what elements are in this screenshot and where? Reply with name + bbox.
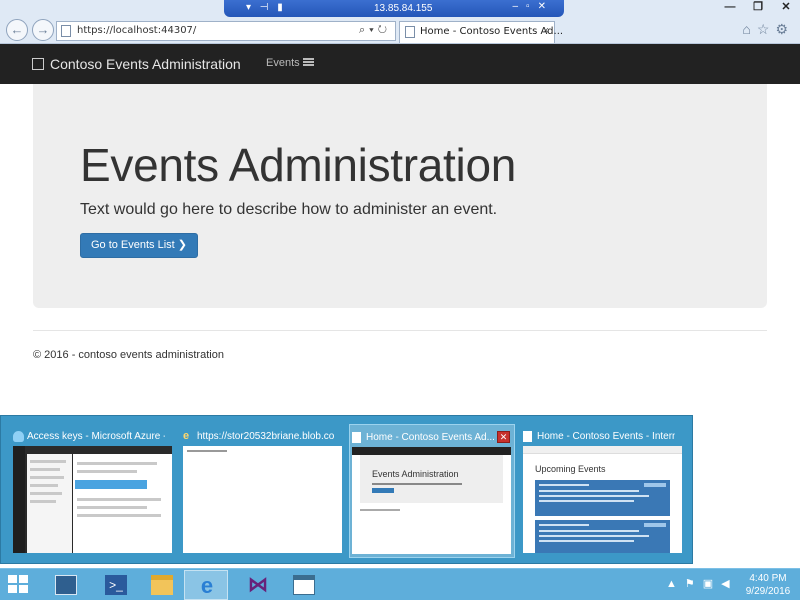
- folder-icon: [151, 575, 173, 595]
- page-description: Text would go here to describe how to ad…: [80, 201, 498, 218]
- page-icon: [405, 26, 415, 38]
- nav-events-link[interactable]: Events: [266, 57, 314, 69]
- windows-taskbar: >_ e ⋈ ▲⚑▣◀ 4:40 PM 9/29/2016: [0, 568, 800, 600]
- ie-icon: e: [183, 430, 190, 442]
- footer-copyright: © 2016 - contoso events administration: [33, 349, 224, 361]
- thumbnail-home-admin[interactable]: Home - Contoso Events Ad... ✕ Events Adm…: [349, 424, 515, 558]
- go-to-events-list-button[interactable]: Go to Events List ❯: [80, 233, 198, 258]
- calendar-icon: [32, 58, 44, 70]
- page-title: Events Administration: [80, 139, 517, 191]
- clock-date: 9/29/2016: [745, 586, 791, 597]
- jumbotron: Events Administration Text would go here…: [33, 84, 767, 308]
- page-icon: [61, 25, 71, 37]
- mini-upcoming-title: Upcoming Events: [535, 464, 606, 474]
- brand-text: Contoso Events Administration: [50, 56, 241, 72]
- brand-link[interactable]: Contoso Events Administration: [32, 56, 241, 72]
- thumbnail-blob-storage[interactable]: e https://stor20532briane.blob.co...: [181, 424, 347, 558]
- taskbar-server-manager[interactable]: [44, 570, 88, 600]
- thumbnail-close-icon[interactable]: ✕: [497, 431, 510, 443]
- remote-session-bar: ▾ ⊣ ▮ 13.85.84.155 –▫✕: [224, 0, 564, 17]
- restore-icon[interactable]: ❐: [744, 0, 772, 17]
- site-navbar: Contoso Events Administration Events: [0, 44, 800, 84]
- thumbnail-title: Home - Contoso Events - Intern...: [537, 431, 675, 442]
- window-app-icon: [293, 575, 315, 595]
- thumbnail-title: Access keys - Microsoft Azure - ...: [27, 431, 165, 442]
- forward-icon[interactable]: →: [32, 19, 54, 41]
- footer-divider: [33, 330, 767, 331]
- address-bar[interactable]: https://localhost:44307/ ⌕▾↻: [56, 21, 396, 41]
- show-hidden-icons[interactable]: ▲: [666, 578, 685, 590]
- page-icon: [523, 431, 532, 442]
- taskbar-powershell[interactable]: >_: [94, 570, 138, 600]
- thumbnail-preview: Events Administration: [352, 447, 511, 554]
- window-controls: — ❐ ✕: [716, 0, 800, 17]
- taskbar-file-explorer[interactable]: [140, 570, 184, 600]
- rdp-window-icons[interactable]: –▫✕: [513, 1, 555, 12]
- ie-icon: e: [200, 573, 214, 598]
- thumbnail-preview: [183, 446, 342, 553]
- powershell-icon: >_: [105, 575, 127, 595]
- search-refresh-icons[interactable]: ⌕▾↻: [359, 24, 391, 37]
- clock-time: 4:40 PM: [749, 573, 787, 584]
- browser-tab-home[interactable]: Home - Contoso Events Ad... ×: [399, 21, 563, 43]
- thumbnail-azure[interactable]: Access keys - Microsoft Azure - ...: [11, 424, 177, 558]
- windows-start-icon[interactable]: [8, 575, 30, 595]
- flag-icon[interactable]: ⚑: [685, 578, 703, 590]
- gear-icon[interactable]: ⚙: [775, 21, 794, 37]
- thumbnail-title: Home - Contoso Events Ad...: [366, 432, 495, 443]
- azure-cloud-icon: [13, 431, 24, 442]
- volume-icon[interactable]: ◀: [721, 578, 737, 590]
- home-icon[interactable]: ⌂: [742, 21, 756, 37]
- thumbnail-title: https://stor20532briane.blob.co...: [197, 431, 335, 442]
- taskbar-thumbnails-popup: Access keys - Microsoft Azure - ... e ht…: [0, 415, 693, 564]
- pin-signal-icons[interactable]: ▾ ⊣ ▮: [246, 2, 286, 13]
- mini-admin-title: Events Administration: [372, 469, 459, 479]
- close-icon[interactable]: ✕: [772, 0, 800, 17]
- thumbnail-home-upcoming[interactable]: Home - Contoso Events - Intern... Upcomi…: [521, 424, 687, 558]
- visual-studio-icon: ⋈: [248, 574, 268, 596]
- ie-toolbar-icons: ⌂☆⚙: [742, 21, 794, 38]
- address-text[interactable]: https://localhost:44307/: [77, 25, 196, 36]
- thumbnail-preview: [13, 446, 172, 553]
- system-tray: ▲⚑▣◀: [666, 577, 738, 590]
- taskbar-app-window[interactable]: [282, 570, 326, 600]
- network-icon[interactable]: ▣: [703, 578, 721, 590]
- page-icon: [352, 432, 361, 443]
- back-icon[interactable]: ←: [6, 19, 28, 41]
- taskbar-visual-studio[interactable]: ⋈: [236, 570, 280, 600]
- list-icon: [302, 58, 314, 66]
- remote-ip: 13.85.84.155: [374, 3, 433, 14]
- minimize-icon[interactable]: —: [716, 0, 744, 17]
- thumbnail-preview: Upcoming Events: [523, 446, 682, 553]
- tab-close-icon[interactable]: ×: [543, 25, 549, 37]
- taskbar-internet-explorer[interactable]: e: [184, 570, 228, 600]
- nav-events-label: Events: [266, 57, 300, 69]
- taskbar-clock[interactable]: 4:40 PM 9/29/2016: [740, 572, 796, 598]
- server-manager-icon: [55, 575, 77, 595]
- favorites-star-icon[interactable]: ☆: [757, 21, 776, 37]
